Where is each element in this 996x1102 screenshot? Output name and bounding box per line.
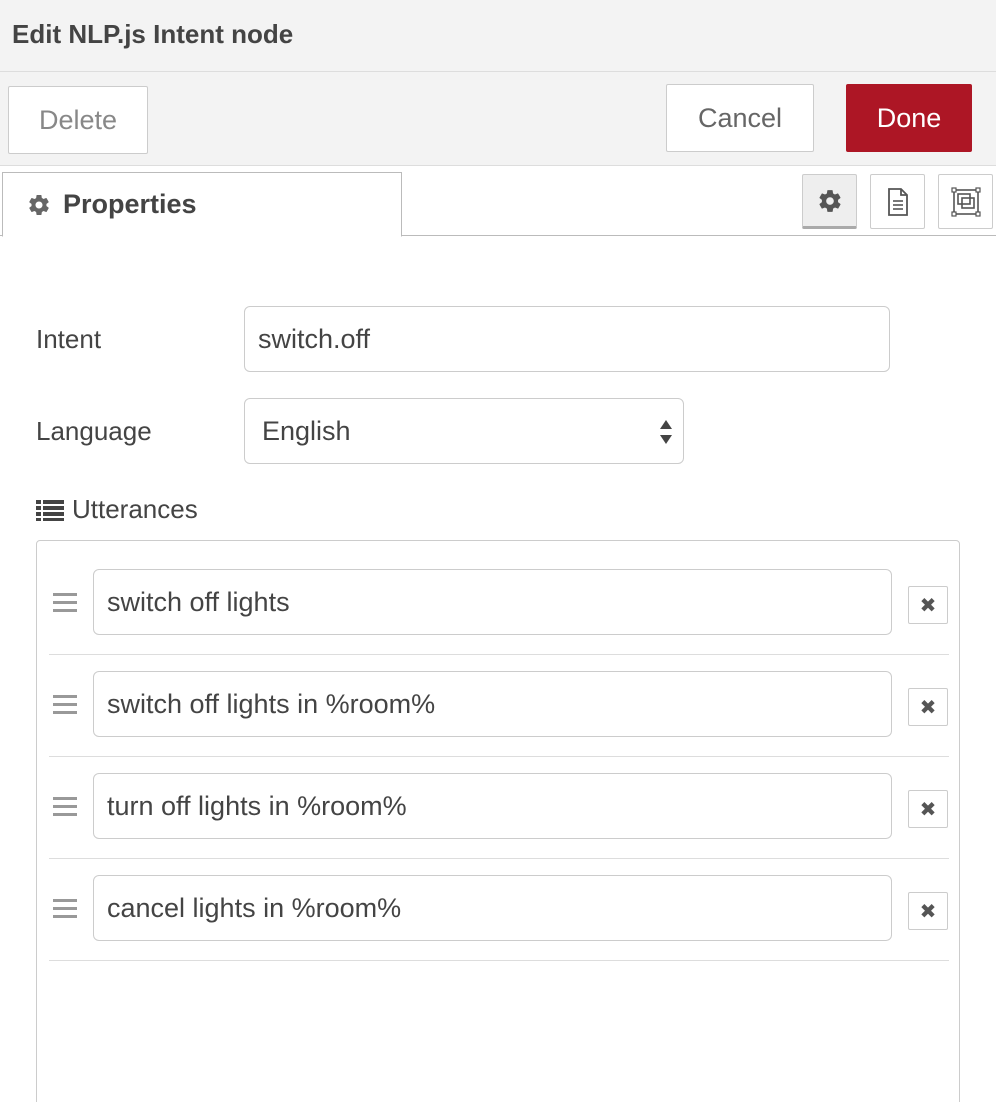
drag-handle-icon[interactable] [53,695,77,719]
delete-button[interactable]: Delete [8,86,148,154]
language-label: Language [36,416,152,446]
appearance-icon [950,186,981,217]
list-item: turn off lights in %room% ✖ [49,757,949,859]
close-icon: ✖ [919,696,937,719]
language-select[interactable]: English [244,398,684,464]
remove-utterance-button[interactable]: ✖ [908,586,948,624]
close-icon: ✖ [919,798,937,821]
tab-properties-label: Properties [63,189,197,219]
select-arrows-icon [660,420,672,444]
cancel-button[interactable]: Cancel [666,84,814,152]
dialog-toolbar: Delete Cancel Done [0,72,996,166]
gear-icon [818,189,841,212]
drag-handle-icon[interactable] [53,899,77,923]
utterances-section-label: Utterances [36,494,198,525]
tab-properties[interactable]: Properties [2,172,402,237]
tabs-bar: Properties [0,166,996,237]
utterance-input[interactable]: turn off lights in %room% [93,773,892,839]
close-icon: ✖ [919,594,937,617]
list-item: switch off lights ✖ [49,553,949,655]
list-item: cancel lights in %room% ✖ [49,859,949,961]
list-item: switch off lights in %room% ✖ [49,655,949,757]
list-icon [36,499,64,521]
intent-input[interactable]: switch.off [244,306,890,372]
intent-label: Intent [36,324,102,354]
remove-utterance-button[interactable]: ✖ [908,790,948,828]
tab-settings[interactable] [802,174,857,229]
dialog-title-bar: Edit NLP.js Intent node [0,0,996,72]
dialog-title: Edit NLP.js Intent node [12,19,294,49]
remove-utterance-button[interactable]: ✖ [908,892,948,930]
tab-description[interactable] [870,174,925,229]
drag-handle-icon[interactable] [53,797,77,821]
description-icon [887,187,908,216]
utterances-label: Utterances [72,494,198,524]
drag-handle-icon[interactable] [53,593,77,617]
utterance-input[interactable]: switch off lights in %room% [93,671,892,737]
done-button[interactable]: Done [846,84,972,152]
utterance-input[interactable]: cancel lights in %room% [93,875,892,941]
gear-icon [29,194,49,215]
utterance-input[interactable]: switch off lights [93,569,892,635]
close-icon: ✖ [919,900,937,923]
tab-appearance[interactable] [938,174,993,229]
remove-utterance-button[interactable]: ✖ [908,688,948,726]
utterances-list: switch off lights ✖ switch off lights in… [36,540,960,1102]
language-select-value: English [262,415,351,446]
